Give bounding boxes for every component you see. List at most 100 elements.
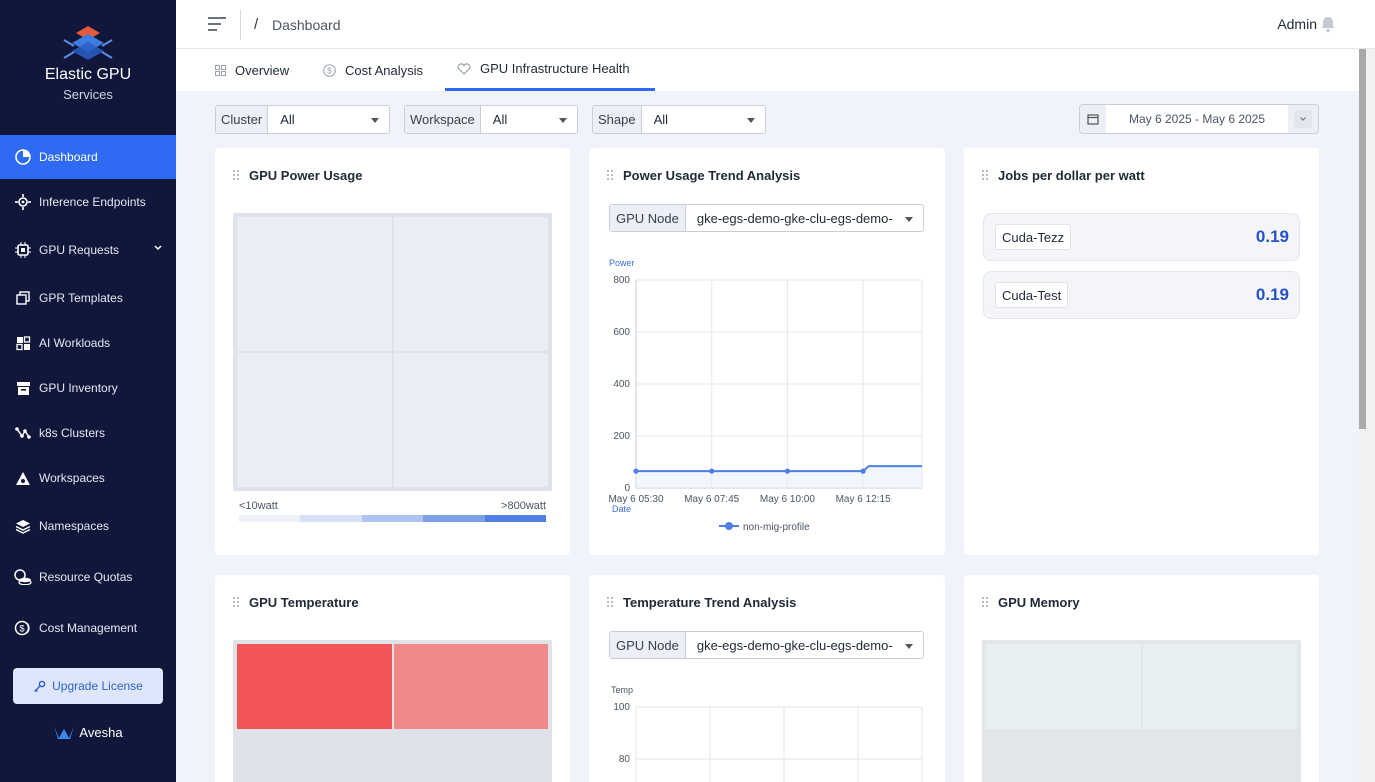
jobs-per-dollar-card: Jobs per dollar per watt Cuda-Tezz 0.19 … xyxy=(964,148,1319,555)
sidebar-item-cost-management[interactable]: $ Cost Management xyxy=(0,606,176,650)
sidebar-item-gpu-requests[interactable]: GPU Requests xyxy=(0,228,176,272)
gpu-node-select[interactable]: GPU Node gke-egs-demo-gke-clu-egs-demo- xyxy=(609,204,924,232)
bell-icon[interactable] xyxy=(1319,15,1337,33)
avesha-crown-icon xyxy=(54,726,75,739)
x-axis-label: Date xyxy=(612,504,631,514)
card-title: GPU Temperature xyxy=(233,595,359,610)
menu-toggle-icon[interactable] xyxy=(206,15,228,33)
caret-down-icon xyxy=(905,217,913,222)
sidebar-item-dashboard[interactable]: Dashboard xyxy=(0,135,176,179)
sidebar-item-resource-quotas[interactable]: Resource Quotas xyxy=(0,555,176,599)
avesha-label: Avesha xyxy=(79,724,123,740)
legend-swatch xyxy=(423,515,485,522)
sidebar-item-ai-workloads[interactable]: AI Workloads xyxy=(0,321,176,365)
heatmap-cell[interactable] xyxy=(393,644,548,729)
tab-label: GPU Infrastructure Health xyxy=(480,61,630,76)
x-tick-label: May 6 12:15 xyxy=(836,494,891,505)
scrollbar-thumb[interactable] xyxy=(1359,49,1366,429)
cluster-filter[interactable]: Cluster All xyxy=(215,105,390,134)
sidebar-item-label: GPU Inventory xyxy=(39,381,118,395)
heatmap-cell[interactable] xyxy=(237,353,392,487)
sidebar-item-gpu-inventory[interactable]: GPU Inventory xyxy=(0,366,176,410)
legend-swatch xyxy=(300,515,362,522)
drag-handle-icon[interactable] xyxy=(607,596,614,609)
heatmap-cell[interactable] xyxy=(393,217,548,351)
legend-min-label: <10watt xyxy=(239,500,278,512)
sidebar-item-gpr-templates[interactable]: GPR Templates xyxy=(0,276,176,320)
power-trend-chart: Power8006004002000May 6 05:30 May 6 07:45… xyxy=(608,258,923,533)
tab-cost-analysis[interactable]: $ Cost Analysis xyxy=(311,49,435,91)
drag-handle-icon[interactable] xyxy=(982,596,989,609)
drag-handle-icon[interactable] xyxy=(982,169,989,182)
upgrade-license-button[interactable]: Upgrade License xyxy=(13,668,163,704)
page-scrollbar[interactable] xyxy=(1359,49,1375,782)
node-value-text: gke-egs-demo-gke-clu-egs-demo- xyxy=(696,637,893,653)
svg-text:$: $ xyxy=(327,66,332,75)
y-tick-label: 600 xyxy=(613,327,630,338)
gpu-node-select[interactable]: GPU Node gke-egs-demo-gke-clu-egs-demo- xyxy=(609,631,924,659)
breadcrumb-separator: / xyxy=(254,16,259,33)
dollar-icon: $ xyxy=(323,63,336,77)
legend-label: non-mig-profile xyxy=(743,522,810,533)
filter-value: All xyxy=(653,112,669,127)
tab-overview[interactable]: Overview xyxy=(203,49,301,91)
workspace-filter[interactable]: Workspace All xyxy=(404,105,578,134)
sidebar-item-namespaces[interactable]: Namespaces xyxy=(0,504,176,548)
job-name: Cuda-Tezz xyxy=(995,224,1072,250)
tab-label: Overview xyxy=(235,62,290,78)
card-title: Power Usage Trend Analysis xyxy=(607,168,800,183)
chevron-down-icon xyxy=(154,245,162,251)
gpu-temperature-card: GPU Temperature xyxy=(215,575,570,782)
y-tick-label: 400 xyxy=(613,379,630,390)
cluster-icon xyxy=(14,424,32,442)
heatmap-cell[interactable] xyxy=(393,353,548,487)
list-item: Cuda-Test 0.19 xyxy=(983,271,1300,319)
y-tick-label: 100 xyxy=(613,702,630,713)
caret-down-icon xyxy=(559,118,567,123)
heatmap-cell[interactable] xyxy=(237,217,392,351)
date-range-picker[interactable]: May 6 2025 - May 6 2025 xyxy=(1079,104,1319,134)
upgrade-license-label: Upgrade License xyxy=(52,679,143,693)
card-title-text: GPU Memory xyxy=(998,595,1080,610)
drag-handle-icon[interactable] xyxy=(233,596,240,609)
caret-down-icon xyxy=(747,118,755,123)
heatmap-cell[interactable] xyxy=(1142,644,1297,729)
heart-icon xyxy=(457,62,471,75)
data-point xyxy=(709,468,715,474)
sidebar-item-k8s-clusters[interactable]: k8s Clusters xyxy=(0,411,176,455)
chevron-down-icon[interactable] xyxy=(1294,110,1312,128)
job-name: Cuda-Test xyxy=(995,282,1069,308)
sidebar-item-workspaces[interactable]: Workspaces xyxy=(0,456,176,500)
y-tick-label: 800 xyxy=(613,275,630,286)
card-title: Jobs per dollar per watt xyxy=(982,168,1145,183)
heatmap-cell[interactable] xyxy=(237,644,392,729)
y-tick-label: 0 xyxy=(624,483,630,494)
legend-marker xyxy=(725,522,733,530)
y-axis-label: Temp xyxy=(611,685,633,695)
user-name[interactable]: Admin xyxy=(1277,16,1317,32)
grid-icon xyxy=(215,64,226,76)
filter-label: Cluster xyxy=(216,106,269,133)
svg-text:$: $ xyxy=(19,624,24,634)
heatmap-cell[interactable] xyxy=(986,644,1141,729)
tab-gpu-infrastructure-health[interactable]: GPU Infrastructure Health xyxy=(445,49,655,91)
sidebar-item-inference-endpoints[interactable]: Inference Endpoints xyxy=(0,180,176,224)
caret-down-icon xyxy=(905,644,913,649)
legend-swatch xyxy=(484,515,547,522)
drag-handle-icon[interactable] xyxy=(233,169,240,182)
shape-filter[interactable]: Shape All xyxy=(592,105,766,134)
drag-handle-icon[interactable] xyxy=(607,169,614,182)
x-tick-label: May 6 07:45 xyxy=(684,494,739,505)
gpu-node-value[interactable]: gke-egs-demo-gke-clu-egs-demo- xyxy=(686,632,923,658)
gpu-node-value[interactable]: gke-egs-demo-gke-clu-egs-demo- xyxy=(686,205,923,231)
workspace-icon xyxy=(14,469,32,487)
workspace-select[interactable]: All xyxy=(481,106,577,133)
list-item: Cuda-Tezz 0.19 xyxy=(983,213,1300,261)
brand-name: Elastic GPU xyxy=(44,66,132,83)
gpu-power-usage-card: GPU Power Usage <10watt >800watt xyxy=(215,148,570,555)
shape-select[interactable]: All xyxy=(642,106,765,133)
caret-down-icon xyxy=(371,118,379,123)
cluster-select[interactable]: All xyxy=(268,106,389,133)
top-header: / Dashboard Admin xyxy=(176,0,1375,49)
pie-chart-icon xyxy=(14,148,32,166)
